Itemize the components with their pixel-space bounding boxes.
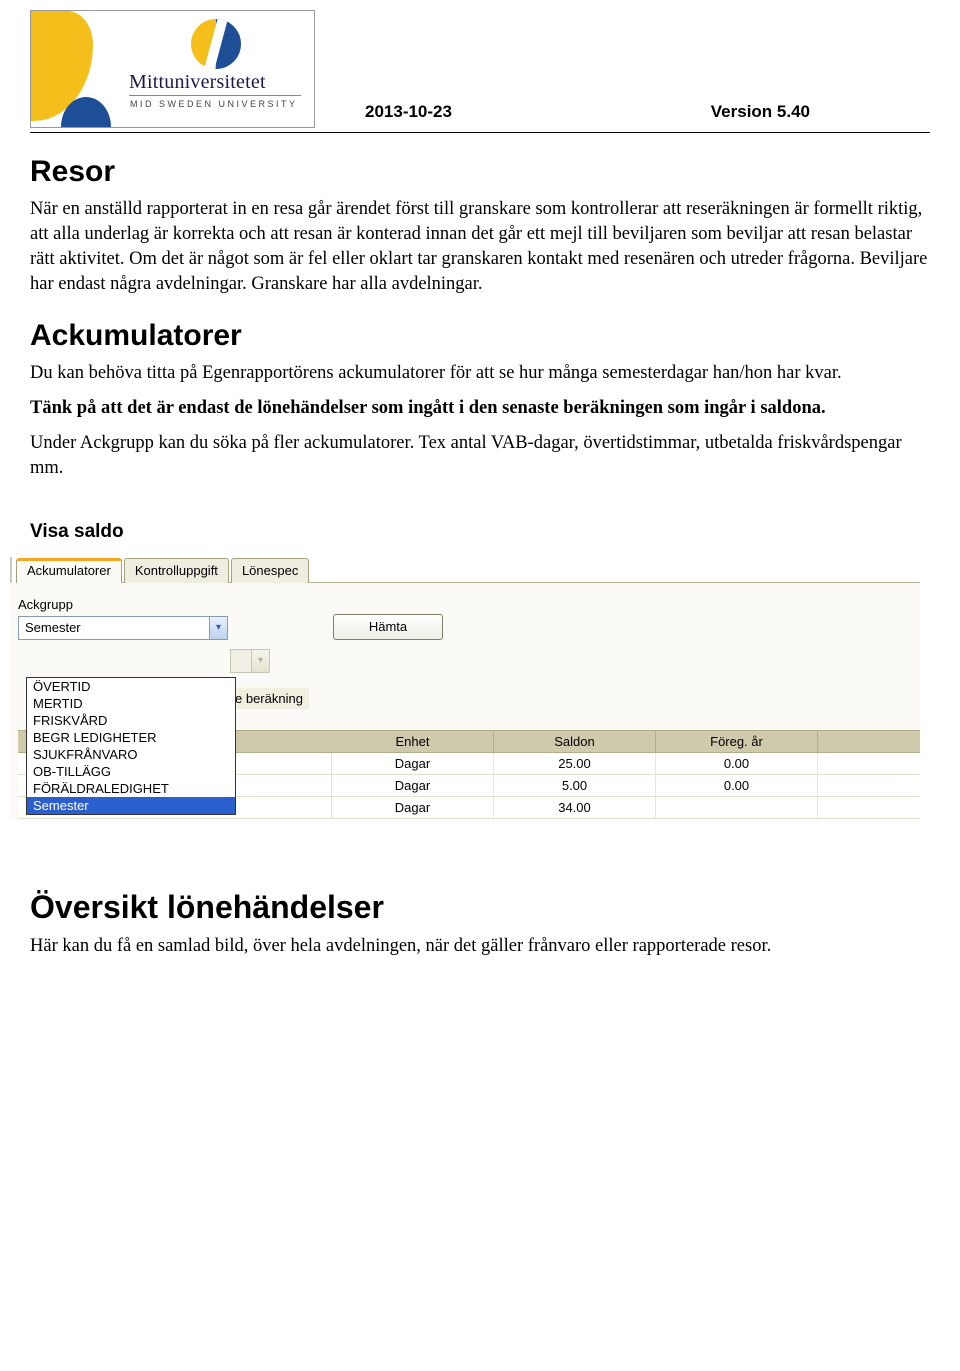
- option-semester[interactable]: Semester: [27, 797, 235, 814]
- cell-foreg-ar: 0.00: [656, 753, 818, 774]
- cell-foreg-ar: 0.00: [656, 775, 818, 796]
- logo-subtitle: MID SWEDEN UNIVERSITY: [130, 99, 298, 109]
- chevron-down-icon: ▾: [209, 617, 227, 639]
- ackgrupp-select[interactable]: Semester ▾: [18, 616, 228, 640]
- paragraph-oversikt: Här kan du få en samlad bild, över hela …: [30, 934, 930, 959]
- doc-version: Version 5.40: [711, 102, 810, 122]
- paragraph-ack-3: Under Ackgrupp kan du söka på fler ackum…: [30, 431, 930, 481]
- logo: Mittuniversitetet MID SWEDEN UNIVERSITY: [30, 10, 315, 128]
- logo-name: Mittuniversitetet: [129, 71, 266, 94]
- col-header-saldon: Saldon: [494, 731, 656, 752]
- tab-bar: Ackumulatorer Kontrolluppgift Lönespec: [16, 557, 920, 583]
- cell-enhet: Dagar: [332, 753, 494, 774]
- cell-saldon: 34.00: [494, 797, 656, 818]
- paragraph-resor: När en anställd rapporterat in en resa g…: [30, 197, 930, 297]
- cell-enhet: Dagar: [332, 797, 494, 818]
- hamta-button[interactable]: Hämta: [333, 614, 443, 640]
- tab-lonespec[interactable]: Lönespec: [231, 558, 309, 583]
- heading-oversikt: Översikt lönehändelser: [30, 889, 930, 926]
- paragraph-ack-2: Tänk på att det är endast de lönehändels…: [30, 396, 930, 421]
- ackgrupp-options-list[interactable]: ÖVERTID MERTID FRISKVÅRD BEGR LEDIGHETER…: [26, 677, 236, 815]
- heading-ackumulatorer: Ackumulatorer: [30, 319, 930, 353]
- tab-ackumulatorer[interactable]: Ackumulatorer: [16, 558, 122, 583]
- option-overtid[interactable]: ÖVERTID: [27, 678, 235, 695]
- option-friskvard[interactable]: FRISKVÅRD: [27, 712, 235, 729]
- option-sjukfranvaro[interactable]: SJUKFRÅNVARO: [27, 746, 235, 763]
- ackgrupp-select-value: Semester: [25, 620, 81, 635]
- subheading-visa-saldo: Visa saldo: [30, 521, 930, 543]
- embedded-ui: Ackumulatorer Kontrolluppgift Lönespec A…: [10, 557, 920, 819]
- cell-enhet: Dagar: [332, 775, 494, 796]
- cell-saldon: 25.00: [494, 753, 656, 774]
- paragraph-ack-1: Du kan behöva titta på Egenrapportörens …: [30, 361, 930, 386]
- option-ob-tillagg[interactable]: OB-TILLÄGG: [27, 763, 235, 780]
- col-header-foreg-ar: Föreg. år: [656, 731, 818, 752]
- page-header: Mittuniversitetet MID SWEDEN UNIVERSITY …: [30, 10, 930, 133]
- option-mertid[interactable]: MERTID: [27, 695, 235, 712]
- label-ackgrupp: Ackgrupp: [18, 597, 920, 612]
- tab-kontrolluppgift[interactable]: Kontrolluppgift: [124, 558, 229, 583]
- option-foraldraledighet[interactable]: FÖRÄLDRALEDIGHET: [27, 780, 235, 797]
- doc-date: 2013-10-23: [365, 102, 452, 122]
- col-header-enhet: Enhet: [332, 731, 494, 752]
- option-begr-ledigheter[interactable]: BEGR LEDIGHETER: [27, 729, 235, 746]
- cell-saldon: 5.00: [494, 775, 656, 796]
- cell-foreg-ar: [656, 797, 818, 818]
- heading-resor: Resor: [30, 155, 930, 189]
